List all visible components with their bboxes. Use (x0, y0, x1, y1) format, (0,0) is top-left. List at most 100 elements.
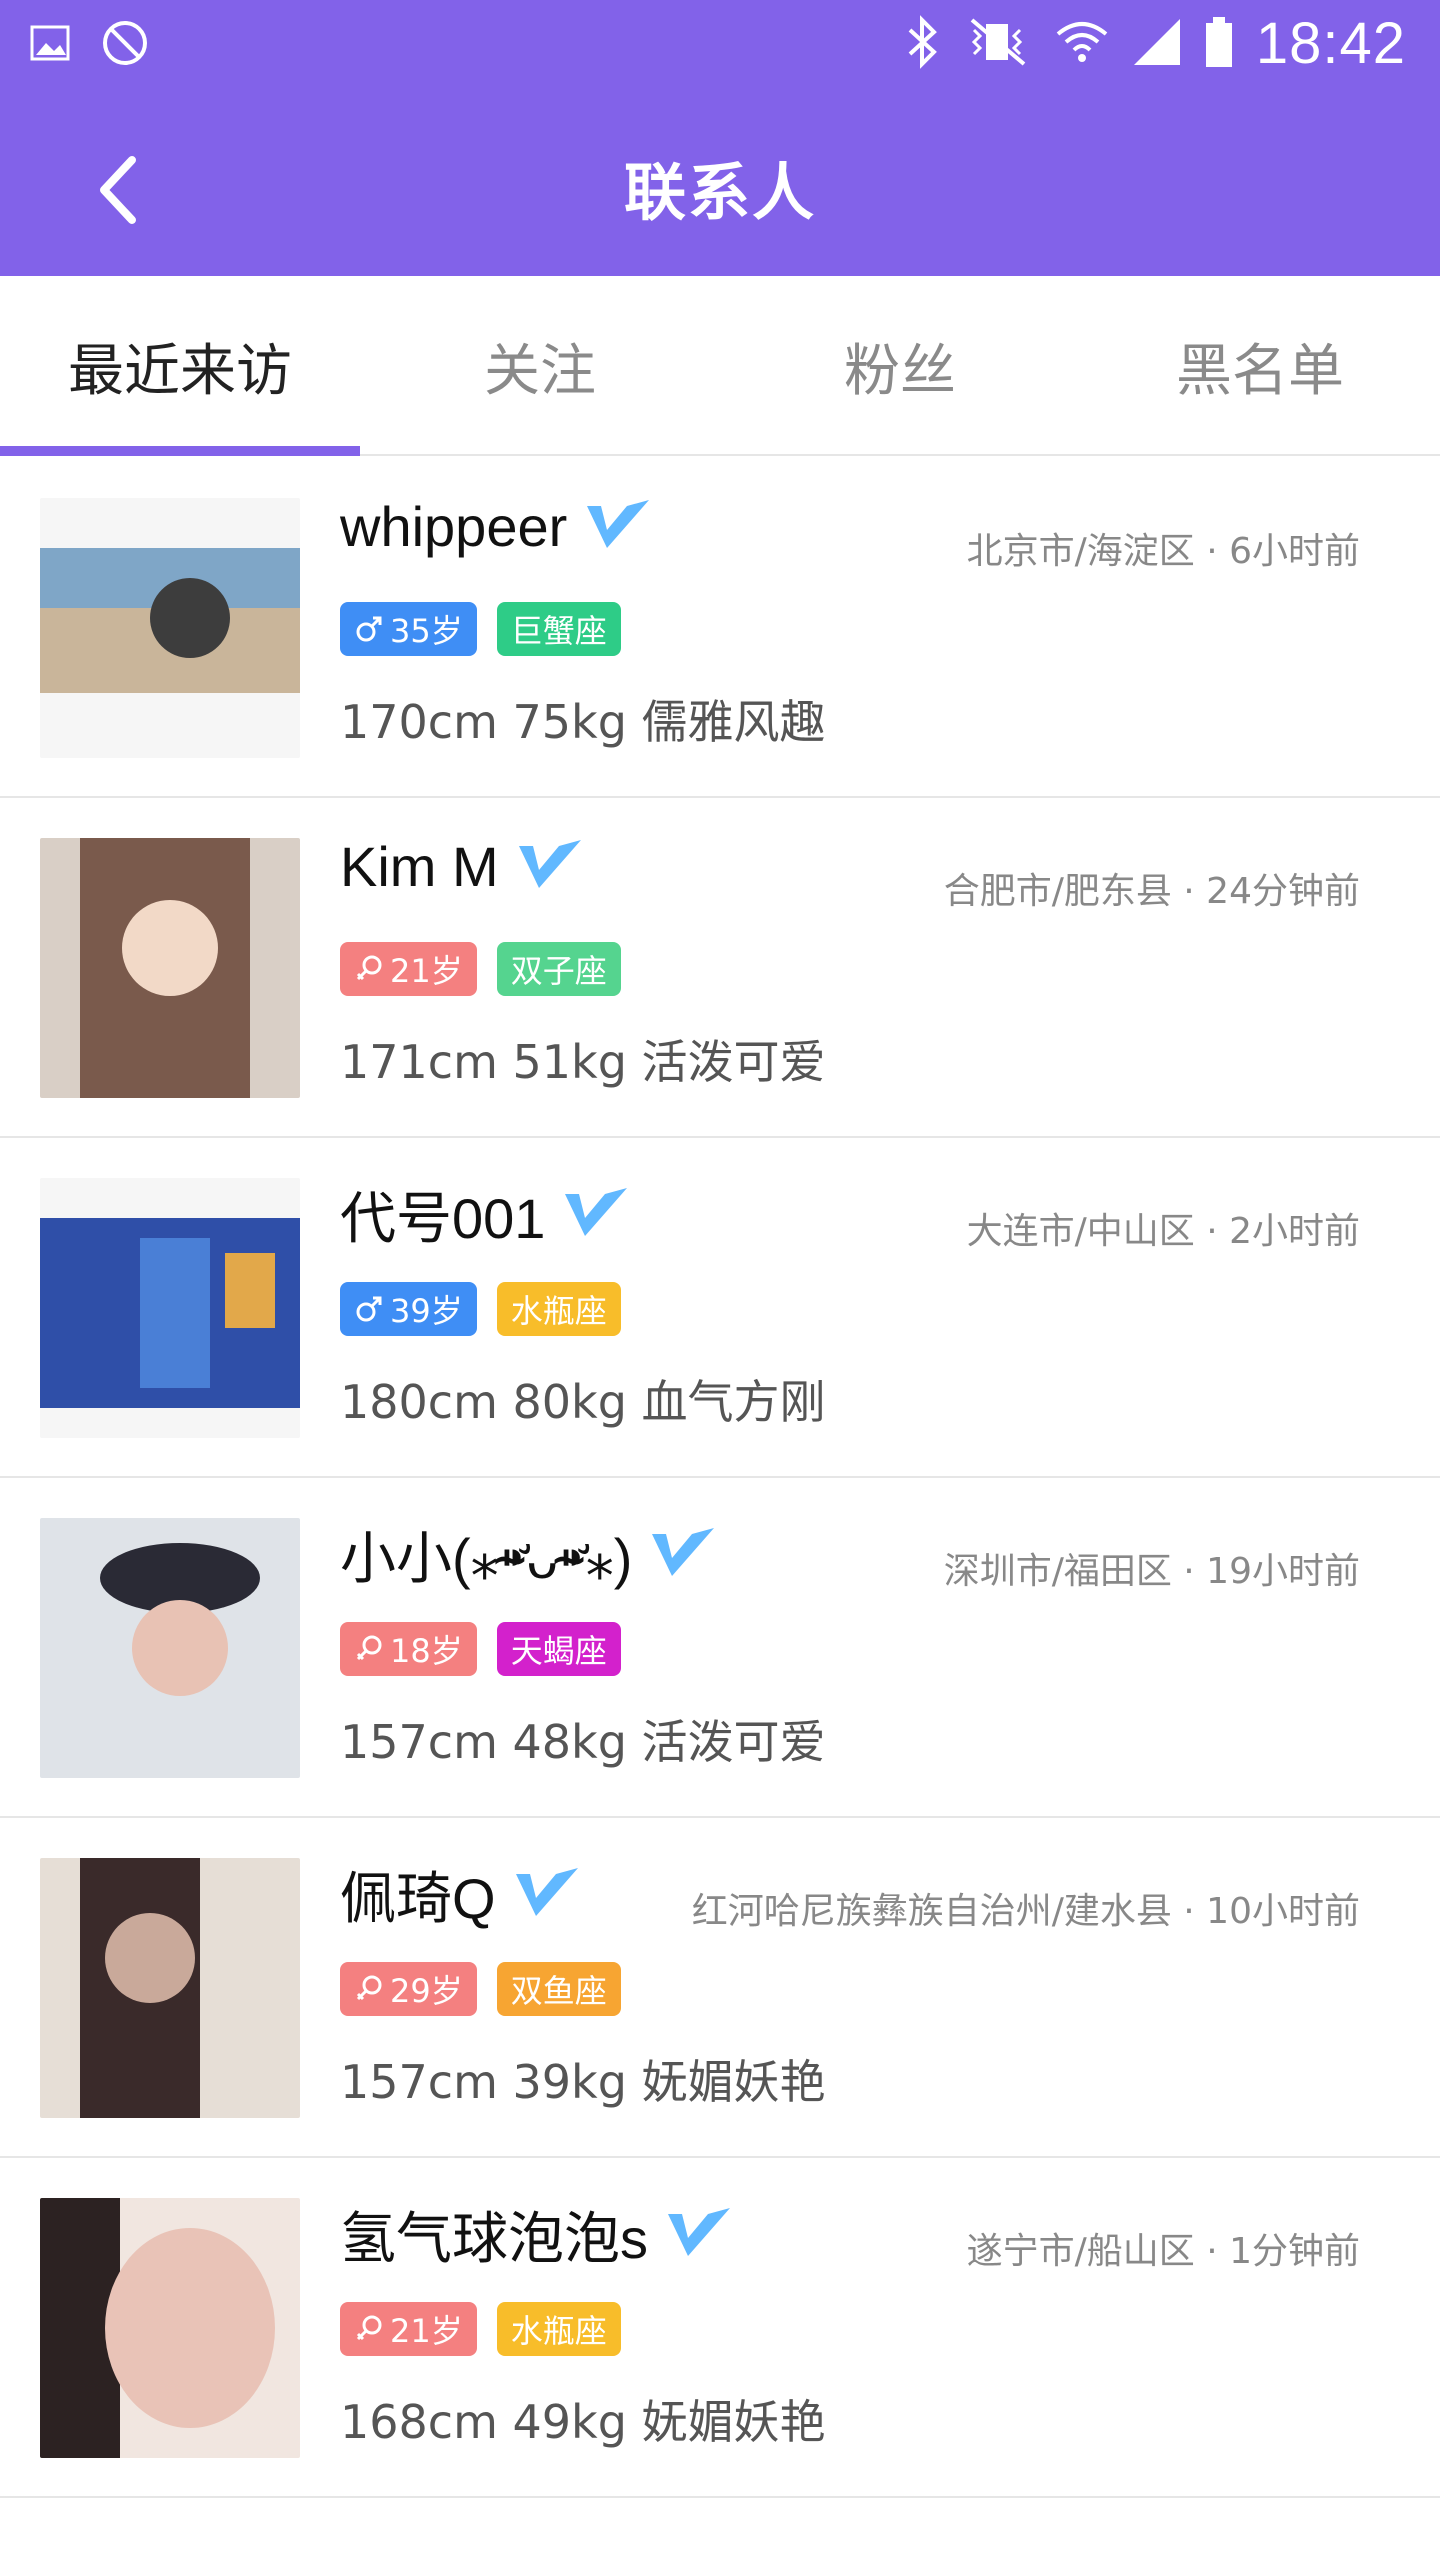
zodiac-badge: 巨蟹座 (496, 602, 621, 656)
zodiac-label: 水瓶座 (510, 1292, 607, 1330)
contact-name: 小小(⁎⁍̴̛ᴗ⁍̴̛⁎) (340, 1527, 633, 1590)
female-icon (354, 2314, 384, 2344)
avatar[interactable] (40, 2198, 300, 2458)
zodiac-label: 水瓶座 (510, 2312, 607, 2350)
location-time: 红河哈尼族彝族自治州/建水县 · 10小时前 (691, 1891, 1360, 1932)
contact-row[interactable]: whippeer 北京市/海淀区 · 6小时前 35岁 巨蟹座 170cm 75… (0, 458, 1440, 798)
page-title: 联系人 (623, 156, 816, 229)
tab-label: 黑名单 (1176, 338, 1344, 404)
age-label: 21岁 (390, 2312, 463, 2350)
female-icon (354, 1974, 384, 2004)
age-label: 21岁 (390, 952, 463, 990)
tab-label: 粉丝 (844, 338, 956, 404)
avatar[interactable] (40, 498, 300, 758)
verified-icon (583, 496, 653, 558)
signal-icon (1132, 17, 1182, 71)
verified-icon (648, 1524, 718, 1586)
contact-row[interactable]: 氢气球泡泡s 遂宁市/船山区 · 1分钟前 21岁 水瓶座 168cm 49kg… (0, 2158, 1440, 2498)
contact-name-row: 佩琦Q (340, 1854, 582, 1935)
contact-row[interactable]: 代号001 大连市/中山区 · 2小时前 39岁 水瓶座 180cm 80kg … (0, 1138, 1440, 1478)
zodiac-badge: 水瓶座 (496, 1282, 621, 1336)
status-right-icons: 18:42 (904, 10, 1406, 77)
contact-name: 氢气球泡泡s (340, 2207, 648, 2270)
verified-icon (512, 1864, 582, 1926)
contact-row-partial[interactable] (0, 2498, 1440, 2558)
gender-age-badge: 21岁 (340, 942, 477, 996)
status-left-icons (28, 18, 150, 72)
contact-name: whippeer (340, 495, 568, 558)
avatar[interactable] (40, 1518, 300, 1778)
contact-description: 171cm 51kg 活泼可爱 (340, 1035, 826, 1089)
location-time: 大连市/中山区 · 2小时前 (966, 1211, 1360, 1252)
location-time: 深圳市/福田区 · 19小时前 (943, 1551, 1360, 1592)
badge-group: 39岁 水瓶座 (340, 1282, 621, 1336)
contact-name: Kim M (340, 835, 499, 898)
badge-group: 21岁 水瓶座 (340, 2302, 621, 2356)
contact-name-row: whippeer (340, 494, 653, 559)
avatar[interactable] (40, 1858, 300, 2118)
tab-recent-visitors[interactable]: 最近来访 (0, 276, 360, 456)
contact-name-row: 小小(⁎⁍̴̛ᴗ⁍̴̛⁎) (340, 1514, 718, 1595)
badge-group: 18岁 天蝎座 (340, 1622, 621, 1676)
contact-row[interactable]: 小小(⁎⁍̴̛ᴗ⁍̴̛⁎) 深圳市/福田区 · 19小时前 18岁 天蝎座 15… (0, 1478, 1440, 1818)
location-time: 合肥市/肥东县 · 24分钟前 (943, 871, 1360, 912)
female-icon (354, 1634, 384, 1664)
verified-icon (515, 836, 585, 898)
location-time: 北京市/海淀区 · 6小时前 (966, 531, 1360, 572)
age-label: 35岁 (390, 612, 463, 650)
zodiac-badge: 天蝎座 (496, 1622, 621, 1676)
gender-age-badge: 29岁 (340, 1962, 477, 2016)
tab-label: 最近来访 (68, 338, 292, 404)
wifi-icon (1054, 14, 1110, 74)
zodiac-badge: 双鱼座 (496, 1962, 621, 2016)
female-icon (354, 954, 384, 984)
avatar[interactable] (40, 1178, 300, 1438)
contact-description: 180cm 80kg 血气方刚 (340, 1375, 826, 1429)
zodiac-badge: 双子座 (496, 942, 621, 996)
badge-group: 21岁 双子座 (340, 942, 621, 996)
contact-list: whippeer 北京市/海淀区 · 6小时前 35岁 巨蟹座 170cm 75… (0, 458, 1440, 2558)
zodiac-badge: 水瓶座 (496, 2302, 621, 2356)
contact-name-row: 代号001 (340, 1174, 631, 1255)
location-time: 遂宁市/船山区 · 1分钟前 (966, 2231, 1360, 2272)
tab-fans[interactable]: 粉丝 (720, 276, 1080, 456)
verified-icon (561, 1184, 631, 1246)
age-label: 29岁 (390, 1972, 463, 2010)
vibrate-icon (962, 14, 1032, 74)
zodiac-label: 双鱼座 (510, 1972, 607, 2010)
contact-description: 170cm 75kg 儒雅风趣 (340, 695, 826, 749)
age-label: 18岁 (390, 1632, 463, 1670)
gender-age-badge: 39岁 (340, 1282, 477, 1336)
contact-row[interactable]: 佩琦Q 红河哈尼族彝族自治州/建水县 · 10小时前 29岁 双鱼座 157cm… (0, 1818, 1440, 2158)
verified-icon (664, 2204, 734, 2266)
contact-description: 168cm 49kg 妩媚妖艳 (340, 2395, 826, 2449)
contact-name: 代号001 (340, 1187, 546, 1250)
tab-label: 关注 (484, 338, 596, 404)
gender-age-badge: 35岁 (340, 602, 477, 656)
no-disturb-icon (100, 18, 150, 72)
gender-age-badge: 18岁 (340, 1622, 477, 1676)
contact-description: 157cm 39kg 妩媚妖艳 (340, 2055, 826, 2109)
zodiac-label: 巨蟹座 (510, 612, 607, 650)
tab-following[interactable]: 关注 (360, 276, 720, 456)
contact-row[interactable]: Kim M 合肥市/肥东县 · 24分钟前 21岁 双子座 171cm 51kg… (0, 798, 1440, 1138)
gender-age-badge: 21岁 (340, 2302, 477, 2356)
tab-bar: 最近来访 关注 粉丝 黑名单 (0, 276, 1440, 456)
status-time: 18:42 (1255, 11, 1406, 76)
bluetooth-icon (904, 14, 940, 74)
contact-description: 157cm 48kg 活泼可爱 (340, 1715, 826, 1769)
badge-group: 35岁 巨蟹座 (340, 602, 621, 656)
contact-name-row: 氢气球泡泡s (340, 2194, 734, 2275)
battery-icon (1204, 15, 1234, 73)
contact-name: 佩琦Q (340, 1867, 496, 1930)
status-bar: 18:42 (0, 0, 1440, 96)
tab-blacklist[interactable]: 黑名单 (1080, 276, 1440, 456)
avatar[interactable] (40, 838, 300, 1098)
contact-name-row: Kim M (340, 834, 585, 899)
male-icon (354, 614, 384, 644)
age-label: 39岁 (390, 1292, 463, 1330)
badge-group: 29岁 双鱼座 (340, 1962, 621, 2016)
app-bar: 联系人 (0, 96, 1440, 276)
zodiac-label: 双子座 (510, 952, 607, 990)
male-icon (354, 1294, 384, 1324)
